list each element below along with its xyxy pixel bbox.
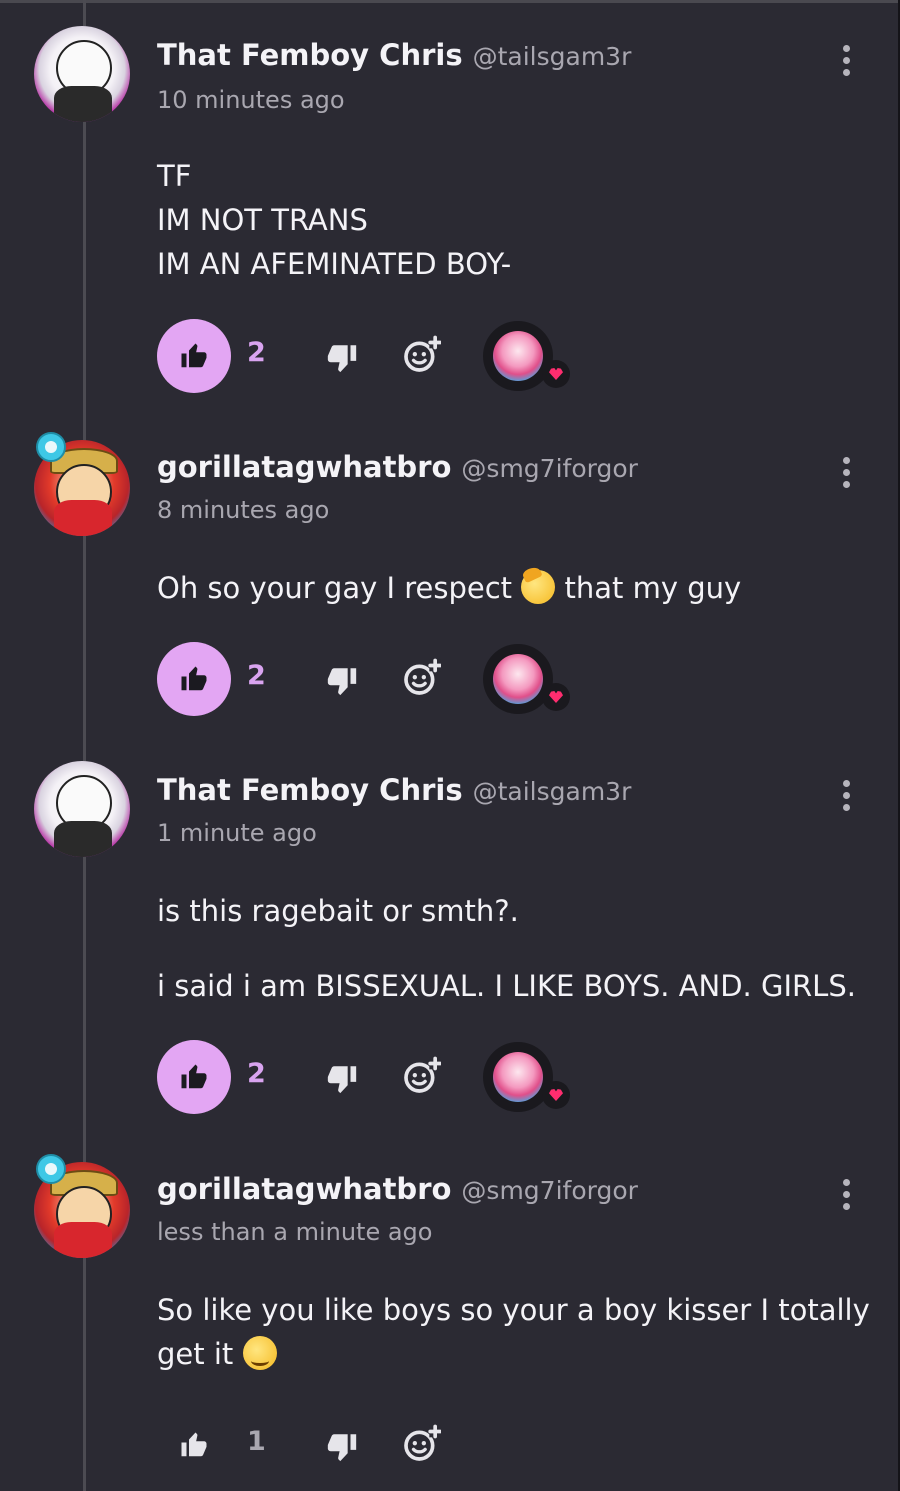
author-handle[interactable]: @smg7iforgor <box>461 1176 637 1205</box>
heart-icon <box>542 683 570 711</box>
add-reaction-icon[interactable] <box>401 658 441 698</box>
comment-actions: 2 <box>157 1040 857 1114</box>
add-reaction-icon[interactable] <box>401 1424 441 1464</box>
add-reaction-icon[interactable] <box>401 335 441 375</box>
comment-line: TF <box>157 159 192 193</box>
like-count: 2 <box>247 660 266 691</box>
like-button[interactable] <box>157 642 231 716</box>
saluting-face-emoji <box>521 570 556 604</box>
author-name[interactable]: That Femboy Chris <box>157 773 463 807</box>
avatar-image <box>34 761 130 857</box>
badge-icon <box>36 1154 66 1184</box>
badge-icon <box>36 432 66 462</box>
thumbs-up-icon <box>181 1432 207 1457</box>
reaction-avatar-image <box>493 331 543 381</box>
reaction-avatar-image <box>493 1052 543 1102</box>
thumbs-up-icon <box>181 666 207 691</box>
reaction-avatar-image <box>493 654 543 704</box>
comment-author[interactable]: That Femboy Chris @tailsgam3r <box>157 38 631 72</box>
author-handle[interactable]: @tailsgam3r <box>473 777 632 806</box>
comment-line: i said i am BISSEXUAL. I LIKE BOYS. AND.… <box>157 969 856 1003</box>
comment-body: Oh so your gay I respect that my guy <box>157 566 741 610</box>
avatar-body <box>54 500 112 536</box>
more-options-icon[interactable] <box>836 454 856 494</box>
comment-text: get it <box>157 1337 234 1371</box>
like-button[interactable] <box>157 1040 231 1114</box>
comment-text: Oh so your gay I respect <box>157 571 513 605</box>
more-options-icon[interactable] <box>836 1176 856 1216</box>
comment-line: is this ragebait or smth?. <box>157 894 519 928</box>
smiling-face-emoji <box>242 1336 277 1370</box>
comment-author[interactable]: That Femboy Chris @tailsgam3r <box>157 773 631 807</box>
comment-line: IM AN AFEMINATED BOY- <box>157 247 512 281</box>
heart-icon <box>542 1081 570 1109</box>
like-count: 1 <box>247 1426 266 1457</box>
comment-time: less than a minute ago <box>157 1218 433 1246</box>
creator-reaction-avatar <box>483 1042 553 1112</box>
avatar-body <box>54 86 112 122</box>
comment-time: 1 minute ago <box>157 819 317 847</box>
comment-body: is this ragebait or smth?. i said i am B… <box>157 889 856 1008</box>
author-handle[interactable]: @tailsgam3r <box>473 42 632 71</box>
comment-actions: 1 <box>157 1408 857 1482</box>
add-reaction-icon[interactable] <box>401 1056 441 1096</box>
avatar[interactable] <box>30 432 140 546</box>
like-button[interactable] <box>157 319 231 393</box>
more-options-icon[interactable] <box>836 777 856 817</box>
thumbs-down-icon[interactable] <box>325 1430 359 1464</box>
thumbs-down-icon[interactable] <box>325 664 359 698</box>
comment-line: IM NOT TRANS <box>157 203 368 237</box>
comment-time: 8 minutes ago <box>157 496 330 524</box>
author-handle[interactable]: @smg7iforgor <box>461 454 637 483</box>
comment-text: that my guy <box>564 571 742 605</box>
author-name[interactable]: gorillatagwhatbro <box>157 450 451 484</box>
comment-actions: 2 <box>157 642 857 716</box>
creator-reaction-avatar <box>483 644 553 714</box>
thumbs-down-icon[interactable] <box>325 341 359 375</box>
more-options-icon[interactable] <box>836 42 856 82</box>
like-count: 2 <box>247 1058 266 1089</box>
comment-author[interactable]: gorillatagwhatbro @smg7iforgor <box>157 1172 638 1206</box>
like-button[interactable] <box>157 1408 231 1482</box>
comment-line-wrap: get it <box>157 1332 870 1376</box>
avatar[interactable] <box>30 757 140 867</box>
avatar-image <box>34 26 130 122</box>
creator-reaction-avatar <box>483 321 553 391</box>
comment-body: TF IM NOT TRANS IM AN AFEMINATED BOY- <box>157 154 511 286</box>
comment-line: So like you like boys so your a boy kiss… <box>157 1293 870 1327</box>
thumbs-up-icon <box>181 343 207 368</box>
comment-author[interactable]: gorillatagwhatbro @smg7iforgor <box>157 450 638 484</box>
avatar-body <box>54 1222 112 1258</box>
comment-body: So like you like boys so your a boy kiss… <box>157 1288 870 1376</box>
author-name[interactable]: That Femboy Chris <box>157 38 463 72</box>
like-count: 2 <box>247 337 266 368</box>
avatar[interactable] <box>30 22 140 132</box>
thumbs-up-icon <box>181 1064 207 1089</box>
comment-actions: 2 <box>157 319 857 393</box>
thumbs-down-icon[interactable] <box>325 1062 359 1096</box>
top-divider <box>0 0 900 3</box>
avatar-body <box>54 821 112 857</box>
comment-time: 10 minutes ago <box>157 86 345 114</box>
author-name[interactable]: gorillatagwhatbro <box>157 1172 451 1206</box>
avatar[interactable] <box>30 1154 140 1268</box>
heart-icon <box>542 360 570 388</box>
